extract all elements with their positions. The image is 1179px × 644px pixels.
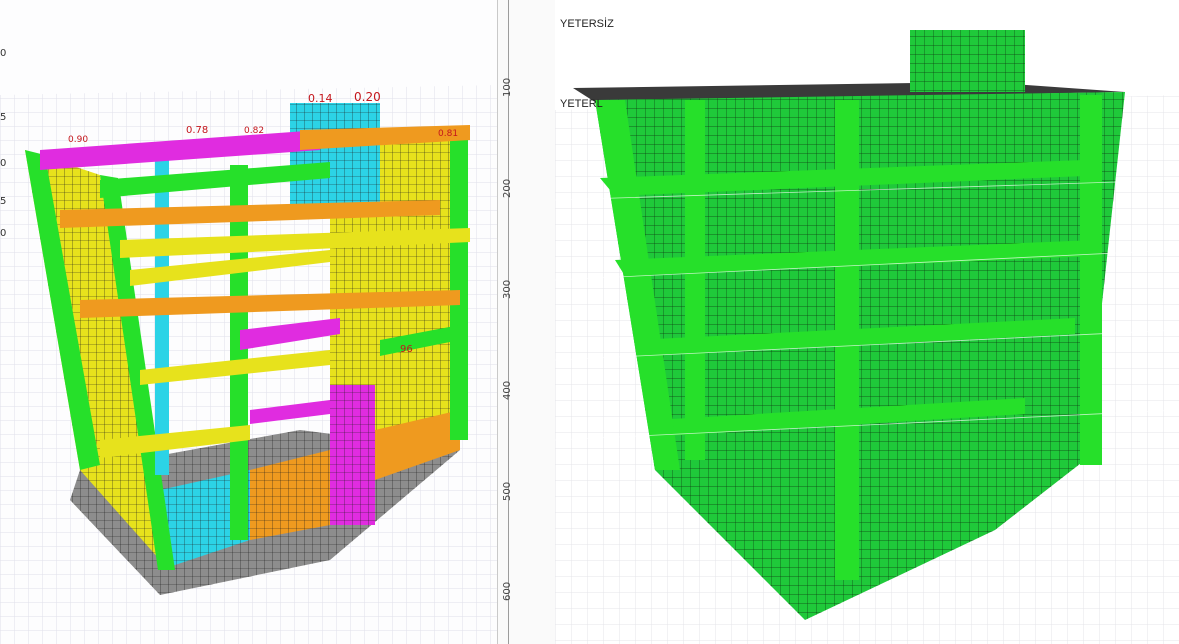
edge-number: 0	[0, 48, 7, 59]
ruler-tick: 400	[502, 380, 513, 400]
vertical-ruler[interactable]: 100 200 300 400 500 600	[497, 0, 556, 644]
status-label-second: YETERL	[560, 98, 603, 110]
edge-number: 5	[0, 196, 7, 207]
ruler-tick: 500	[502, 481, 513, 501]
column	[1080, 95, 1102, 465]
left-3d-viewport[interactable]: 0 5 0 5 0 0.14 0.20 0.78 0.81 0.90 0.82 …	[0, 0, 497, 644]
ratio-label: 96	[400, 344, 413, 355]
column	[835, 100, 859, 580]
ratio-label: 0.78	[186, 125, 208, 136]
ruler-tick: 200	[502, 178, 513, 198]
left-model-drawing: 0.14 0.20 0.78 0.81 0.90 0.82 96	[0, 85, 497, 644]
edge-number: 5	[0, 112, 7, 123]
edge-number: 0	[0, 158, 7, 169]
ruler-tick: 300	[502, 279, 513, 299]
ruler-tick: 600	[502, 581, 513, 601]
column	[685, 100, 705, 460]
ratio-label: 0.81	[438, 129, 458, 139]
ratio-label: 0.14	[308, 92, 333, 105]
edge-number: 0	[0, 228, 7, 239]
ratio-label: 0.20	[354, 90, 381, 104]
right-3d-viewport[interactable]: YETERSİZ YETERL	[555, 0, 1179, 644]
right-model-drawing	[555, 30, 1179, 644]
status-label-top: YETERSİZ	[560, 18, 614, 30]
ruler-tick: 100	[502, 77, 513, 97]
column-green	[450, 140, 468, 440]
ratio-label: 0.90	[68, 135, 88, 145]
ratio-label: 0.82	[244, 126, 264, 136]
